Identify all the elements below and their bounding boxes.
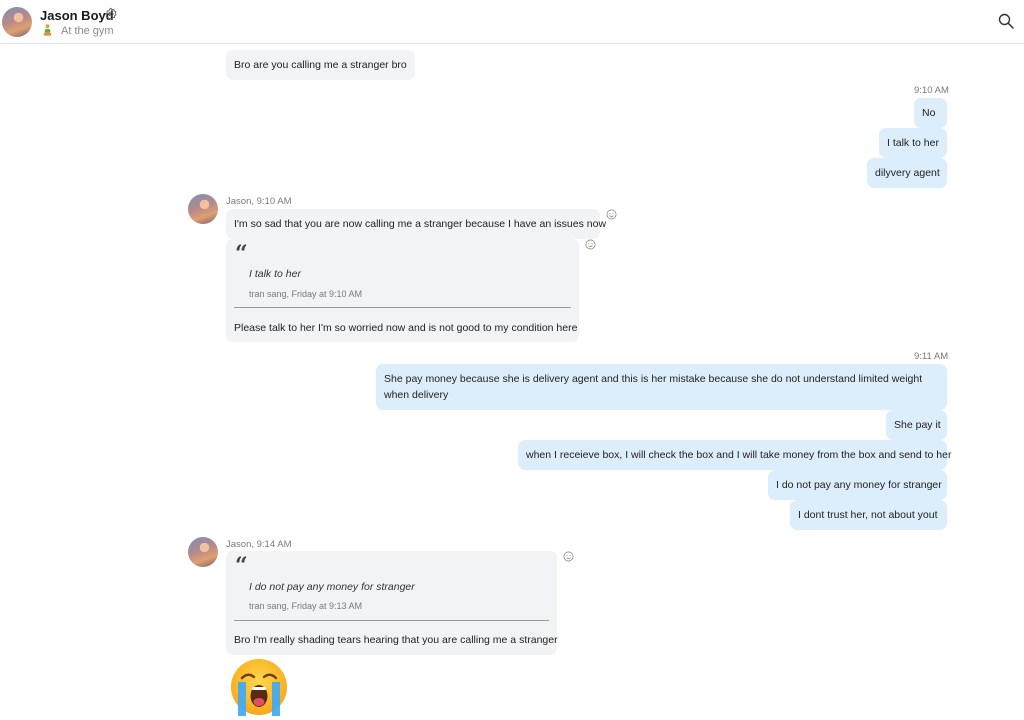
add-reaction-icon[interactable] <box>606 209 617 220</box>
quote-divider <box>234 620 549 621</box>
reply-text: Bro I'm really shading tears hearing tha… <box>234 634 558 646</box>
quoted-text: I do not pay any money for stranger <box>249 581 415 593</box>
quoted-meta: tran sang, Friday at 9:13 AM <box>249 601 363 611</box>
message-outgoing[interactable]: I talk to her <box>879 128 947 158</box>
reply-text: Please talk to her I'm so worried now an… <box>234 322 578 334</box>
chat-header: Jason Boyd At the gym <box>0 0 1024 44</box>
sender-timestamp: Jason, 9:10 AM <box>226 196 292 207</box>
quote-mark-icon: “ <box>235 553 248 579</box>
message-outgoing[interactable]: She pay it <box>886 410 947 440</box>
quote-divider <box>234 307 571 308</box>
sender-timestamp: Jason, 9:14 AM <box>226 539 292 550</box>
message-incoming[interactable]: Bro are you calling me a stranger bro <box>226 50 415 80</box>
search-icon[interactable] <box>998 13 1014 29</box>
message-timestamp: 9:10 AM <box>914 85 949 96</box>
contact-avatar[interactable] <box>2 7 32 37</box>
person-activity-icon <box>43 24 52 36</box>
quoted-meta: tran sang, Friday at 9:10 AM <box>249 289 363 299</box>
contact-status: At the gym <box>61 25 114 37</box>
message-outgoing[interactable]: No <box>914 98 947 128</box>
sender-avatar[interactable] <box>188 194 218 224</box>
message-outgoing[interactable]: dilyvery agent <box>867 158 947 188</box>
message-timestamp: 9:11 AM <box>914 351 949 362</box>
quoted-text: I talk to her <box>249 268 301 280</box>
quoted-reply-message[interactable]: “ I do not pay any money for stranger tr… <box>226 551 558 655</box>
crying-face-emoji[interactable] <box>228 656 290 716</box>
gear-icon[interactable] <box>104 7 118 21</box>
message-outgoing[interactable]: when I receieve box, I will check the bo… <box>518 440 951 470</box>
message-outgoing[interactable]: I dont trust her, not about yout <box>790 500 947 530</box>
quoted-reply-message[interactable]: “ I talk to her tran sang, Friday at 9:1… <box>226 239 579 342</box>
quote-mark-icon: “ <box>235 241 248 267</box>
add-reaction-icon[interactable] <box>585 239 596 250</box>
sender-avatar[interactable] <box>188 537 218 567</box>
message-incoming[interactable]: I'm so sad that you are now calling me a… <box>226 209 606 239</box>
message-outgoing[interactable]: I do not pay any money for stranger <box>768 470 947 500</box>
contact-name[interactable]: Jason Boyd <box>40 8 114 23</box>
add-reaction-icon[interactable] <box>563 551 574 562</box>
message-outgoing[interactable]: She pay money because she is delivery ag… <box>376 364 947 410</box>
